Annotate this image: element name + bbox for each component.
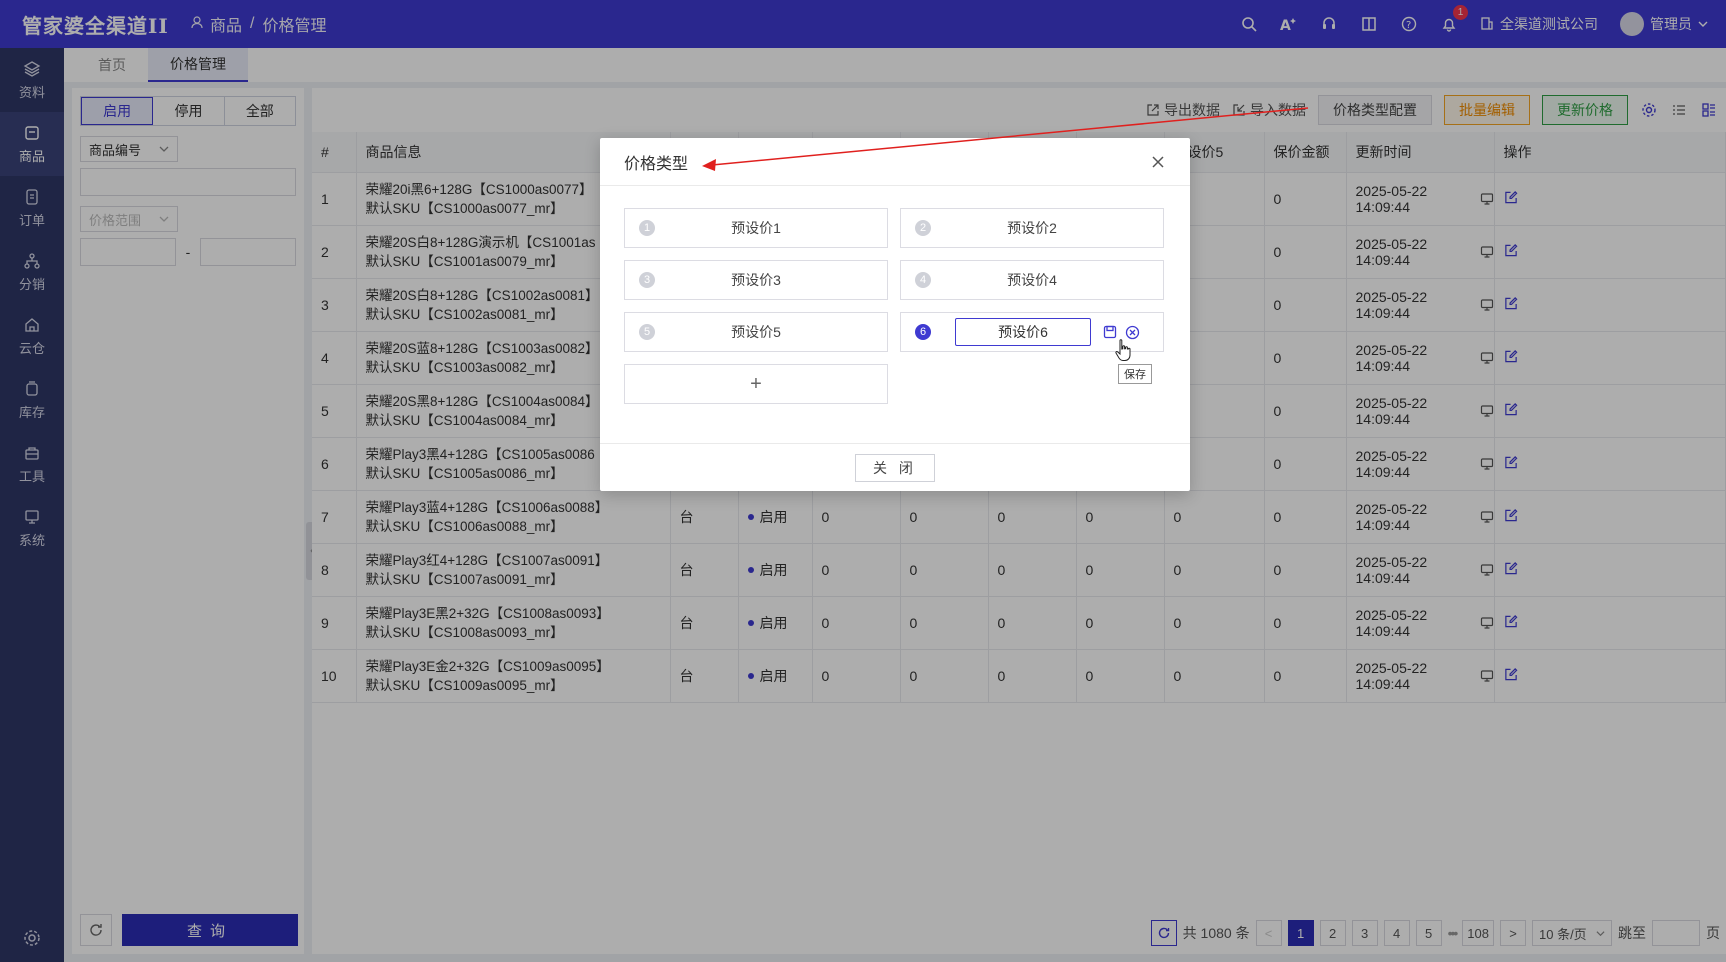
price-type-list: 1 预设价1 2 预设价2 3 预设价3 4 预设价4 5 预设价5 6 预设价6 + (600, 186, 1190, 404)
dialog-close-button[interactable]: 关 闭 (855, 453, 935, 482)
price-type-label: 预设价2 (1007, 220, 1057, 236)
dialog-footer: 关 闭 (600, 443, 1190, 491)
price-type-item[interactable]: 1 预设价1 (624, 208, 888, 248)
close-icon[interactable] (1150, 154, 1166, 170)
price-type-number: 1 (639, 220, 655, 236)
price-type-item[interactable]: 5 预设价5 (624, 312, 888, 352)
price-type-label: 预设价3 (731, 272, 781, 288)
hand-cursor-icon (1115, 339, 1131, 361)
price-type-item[interactable]: 4 预设价4 (900, 260, 1164, 300)
price-type-number: 5 (639, 324, 655, 340)
price-type-number: 6 (915, 324, 931, 340)
price-type-number: 3 (639, 272, 655, 288)
price-type-name-input[interactable]: 预设价6 (955, 318, 1091, 346)
price-type-number: 2 (915, 220, 931, 236)
price-type-item[interactable]: 3 预设价3 (624, 260, 888, 300)
price-type-dialog: 价格类型 1 预设价1 2 预设价2 3 预设价3 4 预设价4 5 预设价5 6 预设价… (600, 138, 1190, 491)
price-type-number: 4 (915, 272, 931, 288)
price-type-item[interactable]: 2 预设价2 (900, 208, 1164, 248)
price-type-label: 预设价1 (731, 220, 781, 236)
price-type-label: 预设价4 (1007, 272, 1057, 288)
dialog-header: 价格类型 (600, 138, 1190, 186)
price-type-label: 预设价5 (731, 324, 781, 340)
save-icon[interactable] (1103, 325, 1117, 339)
dialog-title: 价格类型 (624, 155, 689, 173)
add-price-type-button[interactable]: + (624, 364, 888, 404)
save-tooltip: 保存 (1118, 364, 1152, 384)
